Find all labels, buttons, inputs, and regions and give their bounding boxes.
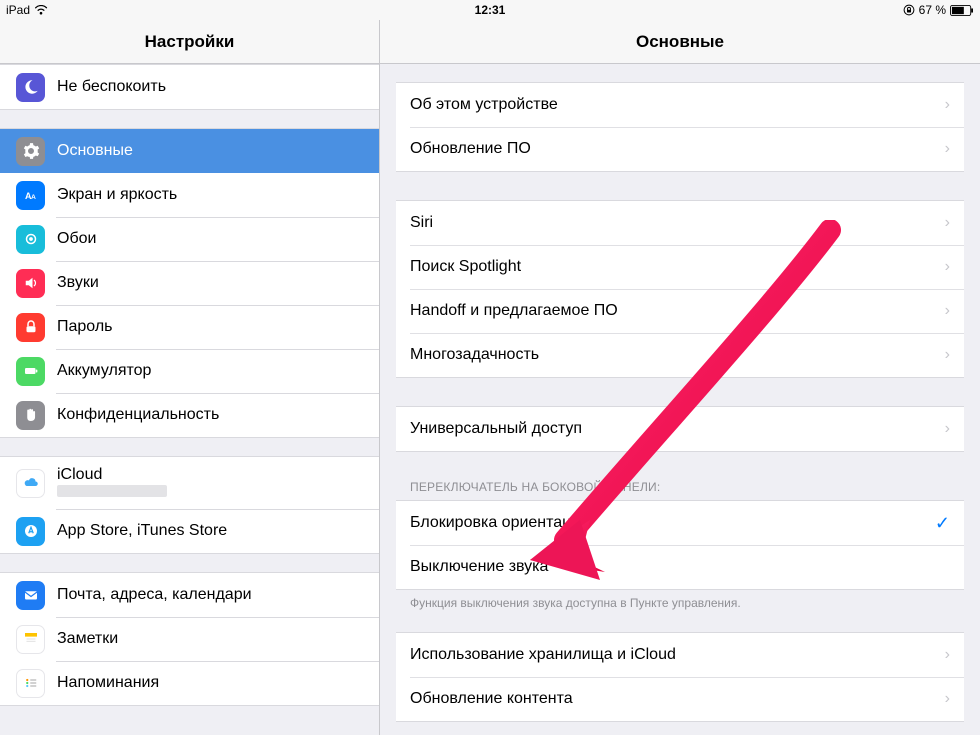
sidebar-item-battery[interactable]: Аккумулятор (0, 349, 379, 393)
row-label: Обновление контента (410, 690, 945, 708)
battery-percent: 67 % (919, 3, 946, 17)
chevron-right-icon: › (945, 420, 950, 438)
chevron-right-icon: › (945, 346, 950, 364)
chevron-right-icon: › (945, 96, 950, 114)
app-store-icon (16, 517, 45, 546)
chevron-right-icon: › (945, 258, 950, 276)
row-mute[interactable]: Выключение звука (396, 545, 964, 589)
chevron-right-icon: › (945, 302, 950, 320)
row-storage[interactable]: Использование хранилища и iCloud › (396, 633, 964, 677)
row-label: Siri (410, 214, 945, 232)
sidebar-item-label: Пароль (57, 318, 367, 336)
sidebar-item-general[interactable]: Основные (0, 129, 379, 173)
status-right: 67 % (903, 3, 974, 17)
battery-full-icon (16, 357, 45, 386)
sidebar-item-label: Напоминания (57, 674, 367, 692)
sidebar-item-passcode[interactable]: Пароль (0, 305, 379, 349)
row-label: Универсальный доступ (410, 420, 945, 438)
chevron-right-icon: › (945, 646, 950, 664)
battery-icon (950, 5, 974, 16)
side-switch-footer: Функция выключения звука доступна в Пунк… (410, 596, 950, 610)
sidebar-item-label: Аккумулятор (57, 362, 367, 380)
side-switch-header: ПЕРЕКЛЮЧАТЕЛЬ НА БОКОВОЙ ПАНЕЛИ: (410, 480, 950, 494)
row-lock-rotation[interactable]: Блокировка ориентации ✓ (396, 501, 964, 545)
sidebar-item-label: App Store, iTunes Store (57, 522, 367, 540)
detail-pane: Основные Об этом устройстве › Обновление… (380, 20, 980, 735)
wifi-icon (34, 5, 48, 15)
sidebar-item-label: Почта, адреса, календари (57, 586, 367, 604)
row-label: Об этом устройстве (410, 96, 945, 114)
chevron-right-icon: › (945, 214, 950, 232)
wallpaper-icon (16, 225, 45, 254)
icloud-account-blur (57, 485, 167, 500)
sidebar-item-label: Заметки (57, 630, 367, 648)
sidebar-item-app-store[interactable]: App Store, iTunes Store (0, 509, 379, 553)
row-background-refresh[interactable]: Обновление контента › (396, 677, 964, 721)
row-handoff[interactable]: Handoff и предлагаемое ПО › (396, 289, 964, 333)
sidebar-item-label: Звуки (57, 274, 367, 292)
svg-text:A: A (31, 194, 36, 201)
sidebar-item-reminders[interactable]: Напоминания (0, 661, 379, 705)
hand-icon (16, 401, 45, 430)
lock-icon (16, 313, 45, 342)
gear-icon (16, 137, 45, 166)
chevron-right-icon: › (945, 140, 950, 158)
sidebar-item-label: iCloud (57, 466, 167, 484)
speaker-icon (16, 269, 45, 298)
row-label: Обновление ПО (410, 140, 945, 158)
row-spotlight[interactable]: Поиск Spotlight › (396, 245, 964, 289)
moon-icon (16, 73, 45, 102)
row-siri[interactable]: Siri › (396, 201, 964, 245)
row-label: Handoff и предлагаемое ПО (410, 302, 945, 320)
sidebar-item-notes[interactable]: Заметки (0, 617, 379, 661)
status-left: iPad (6, 3, 48, 17)
sidebar-item-label: Конфиденциальность (57, 406, 367, 424)
sidebar-title: Настройки (0, 20, 379, 64)
sidebar-item-label: Обои (57, 230, 367, 248)
status-time: 12:31 (475, 3, 506, 17)
sidebar-item-icloud[interactable]: iCloud (0, 457, 379, 509)
reminders-icon (16, 669, 45, 698)
status-bar: iPad 12:31 67 % (0, 0, 980, 20)
row-accessibility[interactable]: Универсальный доступ › (396, 407, 964, 451)
sidebar-item-sounds[interactable]: Звуки (0, 261, 379, 305)
row-multitasking[interactable]: Многозадачность › (396, 333, 964, 377)
row-label: Многозадачность (410, 346, 945, 364)
detail-title: Основные (380, 20, 980, 64)
sidebar-item-label: Основные (57, 142, 367, 160)
row-label: Блокировка ориентации (410, 514, 935, 532)
sidebar-item-mail[interactable]: Почта, адреса, календари (0, 573, 379, 617)
sidebar-item-privacy[interactable]: Конфиденциальность (0, 393, 379, 437)
mail-icon (16, 581, 45, 610)
text-size-icon: AA (16, 181, 45, 210)
sidebar-item-label: Экран и яркость (57, 186, 367, 204)
row-software-update[interactable]: Обновление ПО › (396, 127, 964, 171)
checkmark-icon: ✓ (935, 513, 950, 534)
sidebar-item-wallpaper[interactable]: Обои (0, 217, 379, 261)
row-label: Выключение звука (410, 558, 950, 576)
row-about-device[interactable]: Об этом устройстве › (396, 83, 964, 127)
cloud-icon (16, 469, 45, 498)
notes-icon (16, 625, 45, 654)
orientation-lock-icon (903, 4, 915, 16)
settings-sidebar: Настройки Не беспокоить Основные (0, 20, 380, 735)
sidebar-item-label: Не беспокоить (57, 78, 367, 96)
device-name: iPad (6, 3, 30, 17)
sidebar-item-display[interactable]: AA Экран и яркость (0, 173, 379, 217)
row-label: Поиск Spotlight (410, 258, 945, 276)
sidebar-item-do-not-disturb[interactable]: Не беспокоить (0, 65, 379, 109)
row-label: Использование хранилища и iCloud (410, 646, 945, 664)
chevron-right-icon: › (945, 690, 950, 708)
